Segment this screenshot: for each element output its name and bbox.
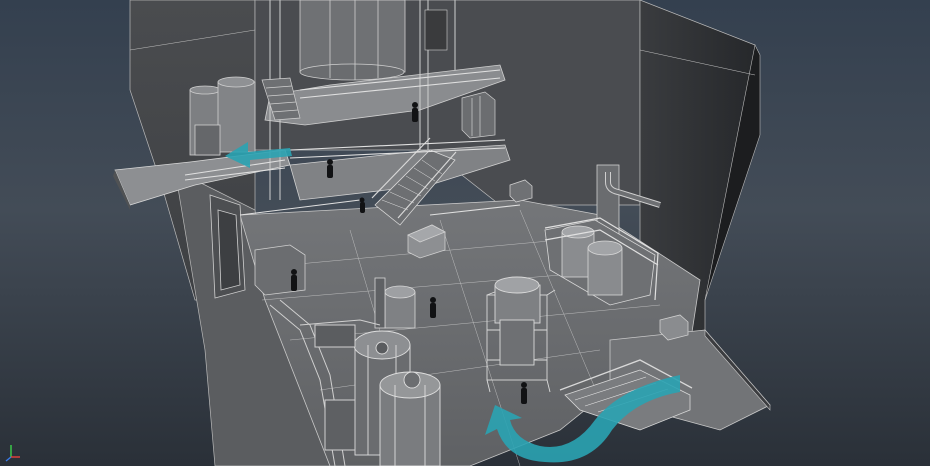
figure-6: [359, 197, 365, 213]
right-cabinet: [461, 91, 496, 139]
industrial-scene-wireframe[interactable]: [0, 0, 930, 466]
figure-2: [430, 297, 436, 318]
axis-gizmo-icon: [5, 445, 20, 462]
figure-5: [327, 159, 333, 178]
figure-4: [412, 102, 418, 122]
upper-doorway: [424, 9, 448, 51]
central-tank: [299, 0, 406, 81]
figure-1: [291, 269, 297, 291]
figure-3: [521, 382, 527, 404]
left-door-frame: [209, 194, 246, 299]
left-twin-tanks: [189, 76, 256, 156]
maya-viewport[interactable]: [0, 0, 930, 466]
axis-z-icon: [5, 456, 12, 462]
